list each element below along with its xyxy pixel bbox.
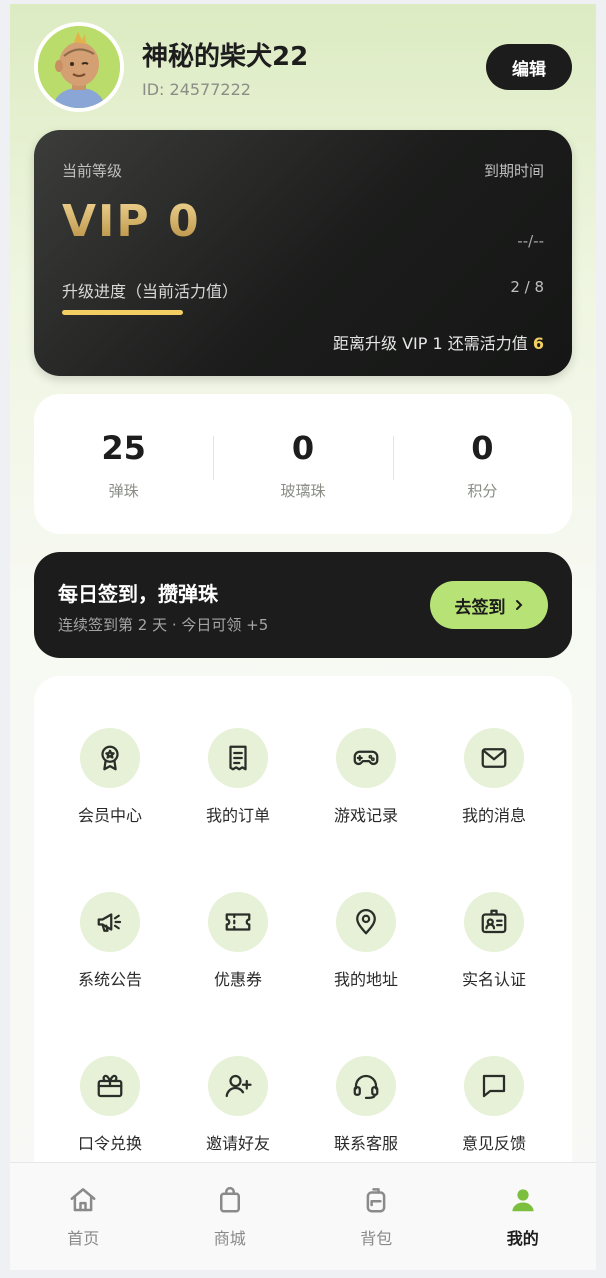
backpack-icon (366, 1188, 386, 1213)
checkin-title: 每日签到，攒弹珠 (58, 582, 218, 606)
home-icon (70, 1188, 96, 1212)
stat-glass-marbles[interactable]: 0 玻璃珠 (213, 428, 392, 501)
menu-item-label: 我的消息 (461, 806, 526, 825)
menu-item-game-records[interactable]: 游戏记录 (306, 728, 426, 826)
menu-item-label: 我的地址 (333, 970, 398, 989)
cartoon-avatar-icon (38, 26, 120, 108)
user-icon (512, 1189, 534, 1212)
menu-item-invite-friends[interactable]: 邀请好友 (178, 1056, 298, 1154)
menu-item-label: 优惠券 (213, 970, 262, 989)
menu-item-label: 邀请好友 (205, 1134, 270, 1153)
menu-item-code-redeem[interactable]: 口令兑换 (50, 1056, 170, 1154)
id-badge-icon (481, 909, 507, 934)
menu-item-announcements[interactable]: 系统公告 (50, 892, 170, 990)
chevron-right-icon (515, 600, 522, 610)
checkin-button[interactable]: 去签到 (430, 581, 548, 629)
nav-mine[interactable]: 我的 (450, 1163, 597, 1270)
menu-item-my-orders[interactable]: 我的订单 (178, 728, 298, 826)
nav-label: 首页 (67, 1229, 100, 1248)
stat-value: 0 (471, 428, 494, 467)
nav-backpack[interactable]: 背包 (303, 1163, 450, 1270)
vip-level-label: 当前等级 (62, 162, 123, 180)
menu-item-my-address[interactable]: 我的地址 (306, 892, 426, 990)
menu-item-label: 系统公告 (77, 970, 142, 989)
add-user-icon (225, 1074, 252, 1098)
vip-card[interactable]: 当前等级 到期时间 VIP 0 --/-- 升级进度（当前活力值） 2 / 8 … (34, 130, 572, 376)
avatar[interactable] (34, 22, 124, 112)
progress-fill (62, 310, 183, 315)
ticket-icon (225, 913, 251, 931)
megaphone-icon (97, 913, 122, 932)
menu-item-customer-service[interactable]: 联系客服 (306, 1056, 426, 1154)
gamepad-icon (353, 750, 379, 766)
stat-marbles[interactable]: 25 弹珠 (34, 428, 213, 501)
mail-icon (481, 748, 507, 768)
upgrade-hint: 距离升级 VIP 1 还需活力值 6 (333, 330, 544, 354)
vip-level: VIP 0 (62, 196, 201, 247)
stats-card: 25 弹珠 0 玻璃珠 0 积分 (34, 394, 572, 534)
menu-item-coupons[interactable]: 优惠券 (178, 892, 298, 990)
nav-home[interactable]: 首页 (10, 1163, 157, 1270)
vip-expire-label: 到期时间 (483, 162, 544, 180)
stat-points[interactable]: 0 积分 (392, 428, 572, 501)
menu-item-real-name-auth[interactable]: 实名认证 (434, 892, 554, 990)
stat-value: 0 (291, 428, 315, 467)
user-id: ID: 24577222 (142, 80, 251, 99)
nav-label: 背包 (360, 1229, 393, 1248)
username: 神秘的柴犬22 (142, 42, 309, 72)
nav-shop[interactable]: 商城 (157, 1163, 304, 1270)
menu-item-my-messages[interactable]: 我的消息 (434, 728, 554, 826)
stat-label: 玻璃珠 (280, 481, 326, 500)
stat-label: 积分 (467, 481, 498, 500)
upgrade-need-value: 6 (532, 334, 544, 353)
receipt-icon (229, 745, 247, 771)
progress-bar (62, 310, 544, 315)
edit-profile-button[interactable]: 编辑 (486, 44, 572, 90)
menu-item-label: 口令兑换 (77, 1134, 142, 1153)
shopping-bag-icon (219, 1186, 240, 1213)
menu-item-label: 会员中心 (77, 806, 142, 825)
bottom-nav: 首页 商城 背包 我的 (10, 1162, 596, 1270)
vip-expire-value: --/-- (517, 232, 544, 250)
progress-label: 升级进度（当前活力值） (62, 282, 239, 301)
stat-label: 弹珠 (108, 481, 139, 500)
chat-icon (482, 1074, 506, 1098)
menu-grid: 会员中心 我的订单 游戏记录 我的消息 系统公告 优惠券 我的地址 实名认证 口… (34, 676, 572, 1196)
checkin-button-label: 去签到 (454, 597, 506, 618)
location-pin-icon (356, 909, 376, 935)
checkin-subtitle: 连续签到第 2 天 · 今日可领 +5 (58, 616, 269, 634)
menu-item-member-center[interactable]: 会员中心 (50, 728, 170, 826)
menu-item-label: 意见反馈 (461, 1134, 526, 1153)
checkin-card: 每日签到，攒弹珠 连续签到第 2 天 · 今日可领 +5 去签到 (34, 552, 572, 658)
nav-label: 商城 (213, 1229, 246, 1248)
menu-item-label: 我的订单 (205, 806, 270, 825)
menu-item-feedback[interactable]: 意见反馈 (434, 1056, 554, 1154)
profile-page: 神秘的柴犬22 ID: 24577222 编辑 当前等级 到期时间 VIP 0 … (10, 4, 596, 1270)
nav-label: 我的 (506, 1229, 539, 1248)
headset-icon (353, 1074, 379, 1099)
menu-item-label: 游戏记录 (333, 806, 398, 825)
stat-value: 25 (101, 428, 146, 467)
menu-item-label: 实名认证 (461, 970, 526, 989)
menu-item-label: 联系客服 (333, 1134, 398, 1153)
gift-icon (97, 1074, 123, 1098)
medal-icon (101, 745, 119, 771)
progress-count: 2 / 8 (510, 278, 544, 296)
upgrade-hint-text: 距离升级 VIP 1 还需活力值 (333, 334, 533, 353)
